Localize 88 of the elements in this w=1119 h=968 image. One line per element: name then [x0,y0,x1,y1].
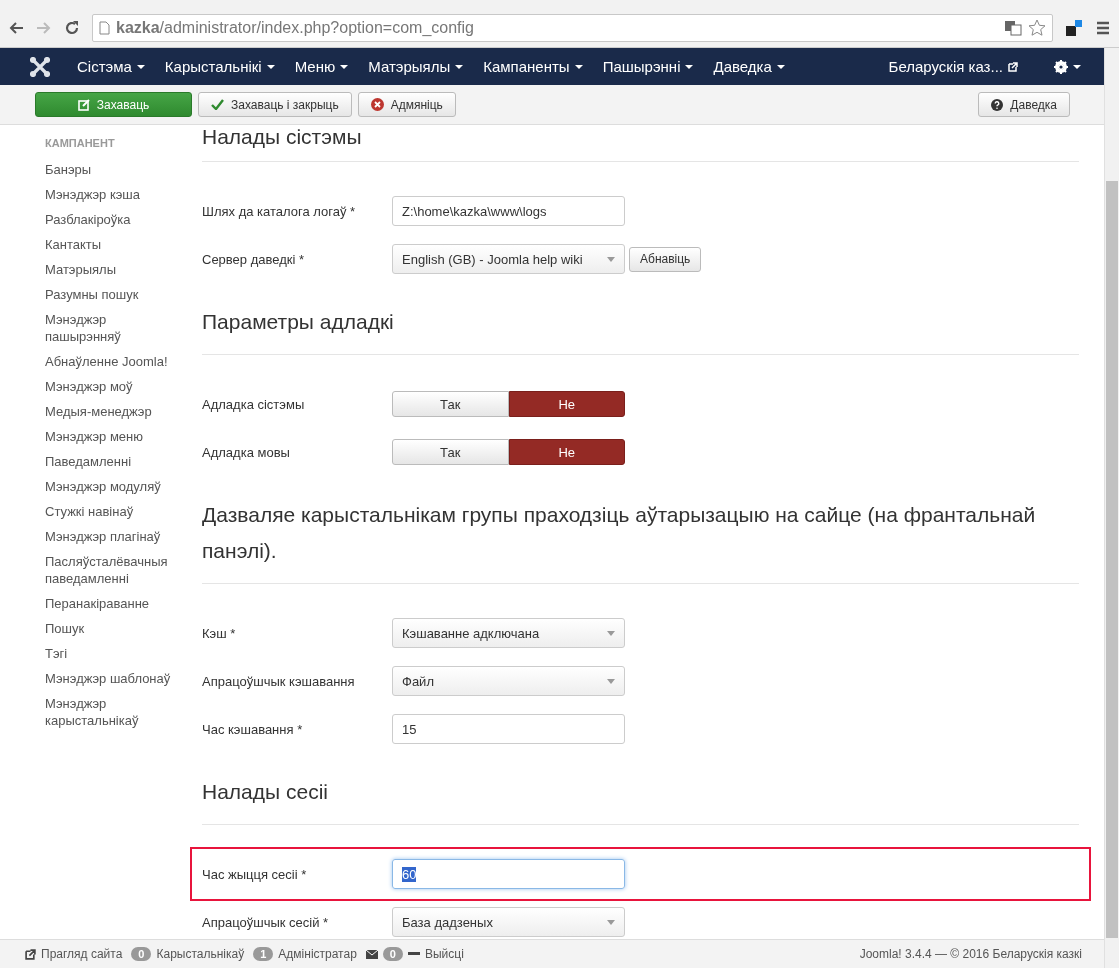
reload-icon[interactable] [64,19,80,36]
nav-menu[interactable]: Даведка [704,58,794,75]
sidebar-link[interactable]: Мэнэджэр кэша [45,182,180,207]
logout-link[interactable]: Выйсці [424,947,464,961]
refresh-button[interactable]: Абнавіць [629,246,702,272]
field-label: Адладка мовы [202,444,291,460]
section-heading: Налады сістэмы [202,125,1079,162]
copyright-text: Joomla! 3.4.4 — © 2016 Беларускія казкі [859,947,1082,961]
users-link[interactable]: Адміністратар [278,947,357,961]
menu-icon[interactable] [1095,19,1111,36]
sidebar-link[interactable]: Мэнэджэр карыстальнікаў [45,691,180,733]
text-field[interactable]: 15 [392,714,625,744]
nav-menu[interactable]: Сістэма [68,58,154,75]
save-close-button[interactable]: Захаваць і закрыць [198,92,352,117]
nav-menu[interactable]: Карыстальнікі [155,58,284,75]
sidebar-link[interactable]: Перанакіраванне [45,591,180,616]
nav-menu[interactable]: Кампаненты [474,58,592,75]
field-label: Час жыцця сесіі * [202,866,308,882]
nav-menu[interactable]: Матэрыялы [359,58,473,75]
count-badge: 0 [382,947,403,961]
sidebar-link[interactable]: Мэнэджэр моў [45,374,180,399]
sidebar-link[interactable]: Матэрыялы [45,257,180,282]
sidebar-link[interactable]: Разумны пошук [45,282,180,307]
section-heading: Параметры адладкі [202,304,1079,355]
check-icon [211,99,224,110]
sidebar-link[interactable]: Стужкі навінаў [45,499,180,524]
cancel-button[interactable]: Адмяніць [357,92,456,117]
external-link-icon [25,948,36,960]
back-arrow-icon[interactable] [8,20,24,35]
edit-icon [77,98,90,111]
settings-icon [1054,59,1068,74]
field-label: Апрацоўшчык кэшавання [202,673,356,689]
section-heading: Налады сесіі [202,774,1079,825]
field-label: Час кэшавання * [202,721,304,737]
sidebar-link[interactable]: Мэнэджэр пашырэнняў [45,307,180,349]
field-label: Шлях да каталога логаў * [202,203,357,219]
field-label: Сервер даведкі * [202,251,306,267]
minus-icon [407,952,420,956]
scrollbar[interactable] [1104,48,1119,968]
users-link[interactable]: Карыстальнікаў [156,947,245,961]
star-icon[interactable] [1028,18,1046,37]
url-text: kazka/administrator/index.php?option=com_config [116,18,475,37]
help-icon [991,98,1004,111]
text-field[interactable]: Z:\home\kazka\www\logs [392,196,625,226]
count-badge: 1 [253,947,274,961]
field-label: Апрацоўшчык сесій * [202,914,330,930]
sidebar-link[interactable]: Пасляўсталёвачныя паведамленні [45,549,180,591]
help-button[interactable]: Даведка [978,92,1070,117]
translate-icon[interactable] [1004,19,1022,36]
select-field[interactable]: Кэшаванне адключана [392,618,625,648]
sidebar-link[interactable]: Медыя-менеджэр [45,399,180,424]
sidebar-link[interactable]: Мэнэджэр плагінаў [45,524,180,549]
toggle-option[interactable]: Не [508,391,625,417]
external-link-icon [1008,61,1018,72]
select-field[interactable]: База дадзеных [392,907,625,937]
nav-menu[interactable]: Пашырэнні [593,58,703,75]
page-icon [99,20,110,35]
close-circle-icon [370,98,384,111]
nav-menu[interactable]: Меню [285,58,358,75]
toggle-option[interactable]: Так [392,391,509,417]
sidebar-link[interactable]: Мэнэджэр модуляў [45,474,180,499]
section-heading: Дазваляе карыстальнікам групы праходзіць аўтарызацыю на сайце (на франтальнай панэлі). [202,497,1079,584]
select-field[interactable]: Файл [392,666,625,696]
sidebar-link[interactable]: Кантакты [45,232,180,257]
sidebar-link[interactable]: Мэнэджэр шаблонаў [45,666,180,691]
text-field[interactable]: 60 [392,859,625,889]
mail-icon [365,949,378,959]
joomla-logo-icon[interactable] [30,56,50,77]
toggle-option[interactable]: Так [392,439,509,465]
field-label: Кэш * [202,625,237,641]
sidebar-link[interactable]: Тэгі [45,641,180,666]
sidebar-link[interactable]: Паведамленні [45,449,180,474]
sidebar-link[interactable]: Банэры [45,157,180,182]
select-field[interactable]: English (GB) - Joomla help wiki [392,244,625,274]
sidebar-link[interactable]: Пошук [45,616,180,641]
toggle-option[interactable]: Не [508,439,625,465]
field-label: Адладка сістэмы [202,396,306,412]
extension-icon[interactable] [1065,18,1083,37]
sidebar-link[interactable]: Абнаўленне Joomla! [45,349,180,374]
view-site-link[interactable]: Прагляд сайта [41,947,123,961]
sidebar-link[interactable]: Разблакіроўка [45,207,180,232]
address-bar[interactable]: kazka/administrator/index.php?option=com_config [92,13,1053,42]
site-link[interactable]: Беларускія каз... [879,58,1027,75]
sidebar-heading: КАМПАНЕНТ [45,136,116,151]
sidebar-link[interactable]: Мэнэджэр меню [45,424,180,449]
count-badge: 0 [131,947,152,961]
scrollbar-thumb[interactable] [1106,181,1118,938]
save-button[interactable]: Захаваць [35,92,192,117]
